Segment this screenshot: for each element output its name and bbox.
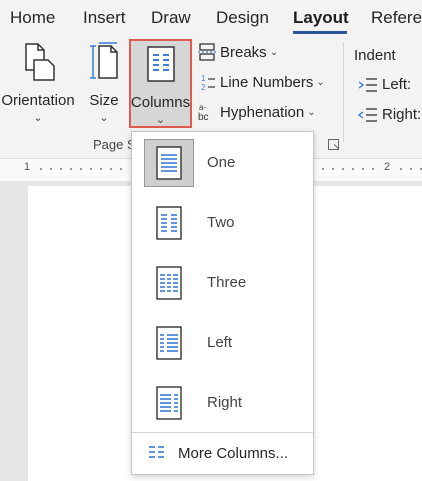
- columns-option-three[interactable]: Three: [132, 254, 313, 312]
- chevron-down-icon: ⌄: [99, 112, 109, 124]
- columns-option-label: Three: [207, 274, 247, 291]
- indent-right-icon: [358, 107, 377, 122]
- columns-option-label: One: [207, 154, 236, 171]
- orientation-label: Orientation: [1, 92, 75, 109]
- tab-home[interactable]: Home: [10, 8, 55, 28]
- breaks-icon: [196, 43, 218, 61]
- hyphenation-label: Hyphenation: [220, 103, 305, 121]
- more-columns-icon: [148, 445, 166, 464]
- columns-icon: [146, 42, 175, 86]
- ruler-ticks: [318, 168, 378, 170]
- size-button[interactable]: Size ⌄: [84, 40, 124, 130]
- svg-text:1: 1: [201, 74, 206, 83]
- svg-text:bc: bc: [198, 112, 209, 122]
- columns-option-left[interactable]: Left: [132, 314, 313, 372]
- indent-left-icon: [358, 77, 377, 92]
- svg-text:2: 2: [201, 83, 206, 91]
- page-setup-launcher-icon[interactable]: [328, 139, 339, 150]
- ruler-ticks: [396, 168, 422, 170]
- three-columns-icon: [144, 259, 194, 307]
- tab-design[interactable]: Design: [216, 8, 269, 28]
- indent-right-label: Right:: [382, 106, 422, 123]
- chevron-down-icon: ⌄: [269, 46, 279, 58]
- left-column-icon: [144, 319, 194, 367]
- svg-text:a-: a-: [199, 103, 206, 112]
- more-columns-button[interactable]: More Columns...: [132, 432, 313, 472]
- columns-option-right[interactable]: Right: [132, 374, 313, 432]
- tab-insert[interactable]: Insert: [83, 8, 126, 28]
- hyphenation-button[interactable]: a- bc Hyphenation ⌄: [196, 100, 316, 124]
- page-setup-group-label: Page S: [93, 137, 136, 152]
- orientation-icon: [20, 40, 56, 84]
- chevron-down-icon: ⌄: [155, 114, 166, 126]
- orientation-button[interactable]: Orientation ⌄: [0, 40, 76, 130]
- chevron-down-icon: ⌄: [33, 112, 43, 124]
- columns-option-two[interactable]: Two: [132, 194, 313, 252]
- columns-button[interactable]: Columns ⌄: [129, 39, 192, 128]
- ruler-mark: 1: [24, 161, 31, 173]
- columns-menu: One Two Three Left Right More Columns...: [131, 131, 314, 475]
- columns-option-label: Two: [207, 214, 235, 231]
- chevron-down-icon: ⌄: [307, 106, 316, 118]
- tab-draw[interactable]: Draw: [151, 8, 191, 28]
- hyphenation-icon: a- bc: [196, 102, 218, 122]
- breaks-label: Breaks: [220, 43, 267, 61]
- breaks-button[interactable]: Breaks ⌄: [196, 40, 278, 64]
- indent-left-label: Left:: [382, 76, 412, 93]
- indent-right-field[interactable]: Right:: [358, 106, 421, 123]
- indent-left-field[interactable]: Left:: [358, 76, 411, 93]
- size-label: Size: [89, 92, 119, 109]
- tab-layout[interactable]: Layout: [293, 8, 349, 28]
- columns-button-content: Columns ⌄: [129, 42, 192, 132]
- group-divider: [343, 42, 344, 142]
- line-numbers-button[interactable]: 1 2 Line Numbers ⌄: [196, 70, 325, 94]
- columns-option-one[interactable]: One: [132, 134, 313, 192]
- size-icon: [89, 40, 119, 84]
- columns-option-label: Left: [207, 334, 233, 351]
- two-columns-icon: [144, 199, 194, 247]
- ruler-mark: 2: [384, 161, 391, 173]
- ruler-ticks: [36, 168, 126, 170]
- line-numbers-icon: 1 2: [196, 73, 218, 91]
- line-numbers-label: Line Numbers: [220, 73, 314, 91]
- columns-label: Columns: [130, 94, 191, 111]
- chevron-down-icon: ⌄: [316, 76, 325, 88]
- ribbon-tab-bar: Home Insert Draw Design Layout Referen: [0, 0, 422, 34]
- columns-option-label: Right: [207, 394, 243, 411]
- tab-references[interactable]: Referen: [371, 8, 422, 28]
- one-column-icon: [144, 139, 194, 187]
- more-columns-label: More Columns...: [178, 445, 289, 462]
- right-column-icon: [144, 379, 194, 427]
- indent-title: Indent: [354, 47, 396, 64]
